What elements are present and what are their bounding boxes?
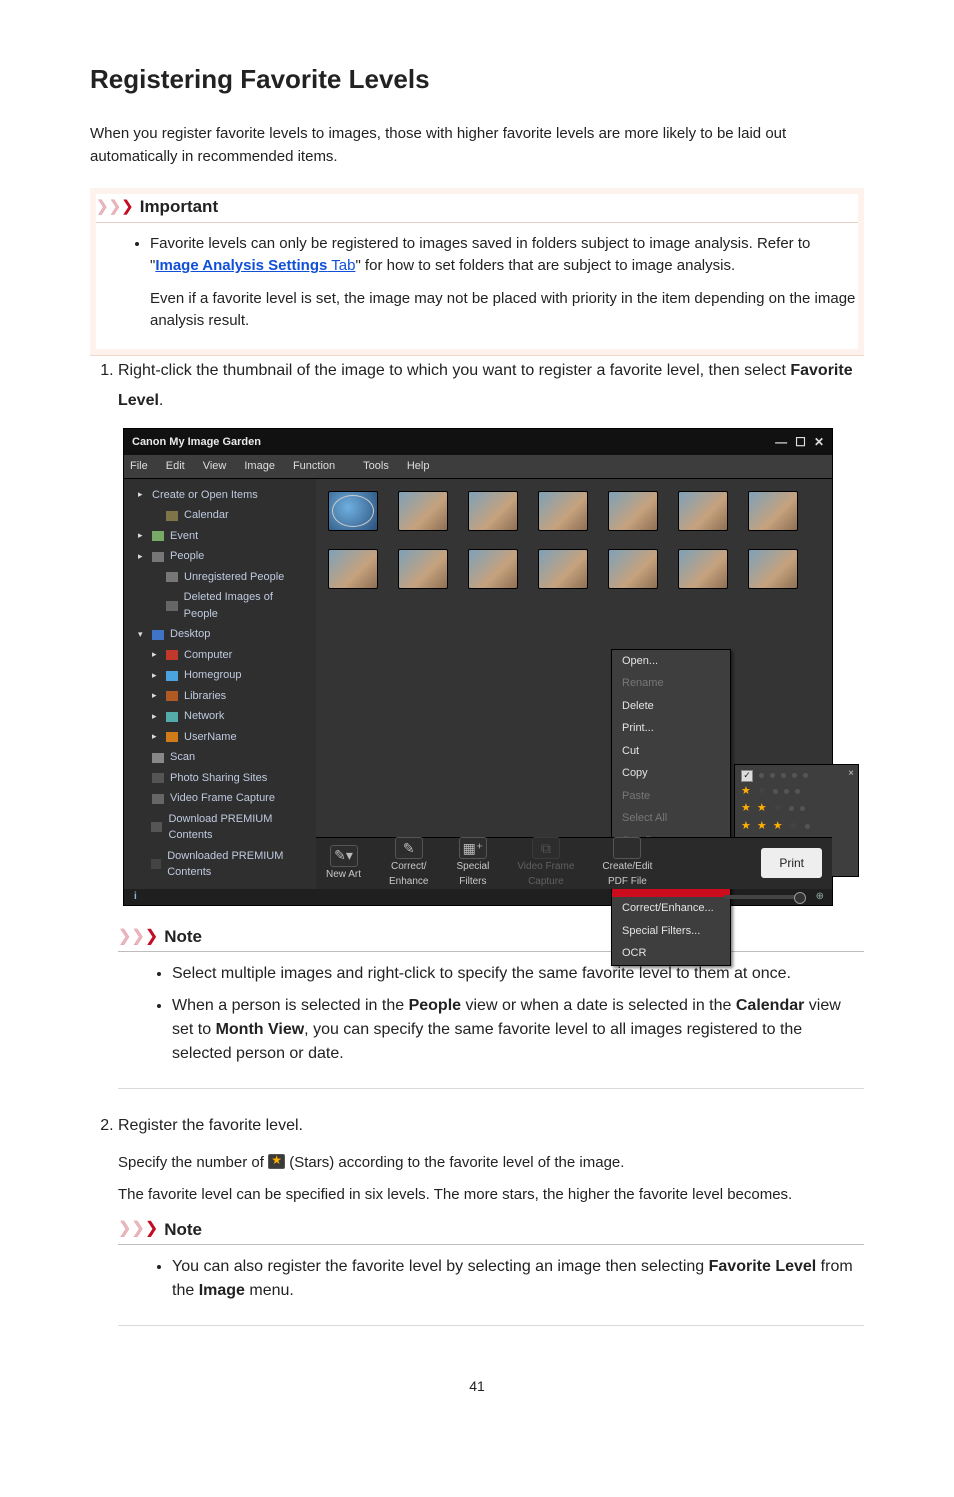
sidebar-item[interactable]: Photo Sharing Sites: [130, 768, 310, 789]
thumbnail[interactable]: [468, 491, 518, 531]
pdf-button[interactable]: Create/Edit PDF File: [602, 837, 652, 889]
menu-tools[interactable]: Tools: [363, 458, 389, 475]
special-filters-button[interactable]: ▦⁺Special Filters: [457, 837, 490, 889]
zoom-slider[interactable]: [724, 895, 804, 899]
sidebar-item[interactable]: Scan: [130, 747, 310, 768]
menu-help[interactable]: Help: [407, 458, 430, 475]
sidebar-item[interactable]: Calendar: [130, 505, 310, 526]
maximize-icon[interactable]: ☐: [795, 433, 806, 451]
context-menu: Open...RenameDeletePrint...CutCopyPasteS…: [611, 649, 731, 966]
thumbnail[interactable]: [538, 549, 588, 589]
thumbnail[interactable]: [538, 491, 588, 531]
thumbnail[interactable]: [398, 491, 448, 531]
step-2: Register the favorite level. Specify the…: [118, 1111, 864, 1326]
close-icon[interactable]: ✕: [814, 433, 824, 451]
thumbnail[interactable]: [328, 491, 378, 531]
chevron-icon: ❯❯❯: [118, 925, 158, 949]
note-callout: ❯❯❯ Note Select multiple images and righ…: [118, 924, 864, 1090]
menu-image[interactable]: Image: [244, 458, 275, 475]
thumbnail[interactable]: [678, 549, 728, 589]
sidebar-item[interactable]: ▸Libraries: [130, 686, 310, 707]
step2-sub2: The favorite level can be specified in s…: [118, 1184, 864, 1207]
thumbnail[interactable]: [468, 549, 518, 589]
sidebar-item[interactable]: ▸UserName: [130, 727, 310, 748]
context-menu-item[interactable]: Correct/Enhance...: [612, 897, 730, 920]
sidebar-item[interactable]: ▾Desktop: [130, 624, 310, 645]
page-title: Registering Favorite Levels: [90, 60, 864, 99]
thumbnail[interactable]: [608, 491, 658, 531]
new-art-button[interactable]: ✎▾New Art: [326, 845, 361, 882]
context-menu-item[interactable]: Delete: [612, 695, 730, 718]
intro-paragraph: When you register favorite levels to ima…: [90, 123, 864, 168]
thumbnail[interactable]: [608, 549, 658, 589]
menu-view[interactable]: View: [203, 458, 227, 475]
sidebar-item[interactable]: Unregistered People: [130, 567, 310, 588]
correct-enhance-button[interactable]: ✎Correct/ Enhance: [389, 837, 428, 889]
context-menu-item[interactable]: Cut: [612, 740, 730, 763]
context-menu-item[interactable]: Open...: [612, 650, 730, 673]
step-1: Right-click the thumbnail of the image t…: [118, 356, 864, 1090]
important-title: Important: [140, 194, 218, 220]
menu-function[interactable]: Function: [293, 458, 335, 475]
thumbnail[interactable]: [748, 491, 798, 531]
sidebar-item[interactable]: ▸Homegroup: [130, 665, 310, 686]
zoom-in-icon[interactable]: ⊕: [816, 889, 824, 904]
app-window: Canon My Image Garden — ☐ ✕ File Edit Vi…: [123, 428, 833, 906]
sidebar-item[interactable]: ▸Create or Open Items: [130, 485, 310, 506]
thumbnail[interactable]: [748, 549, 798, 589]
step2-sub1: Specify the number of (Stars) according …: [118, 1152, 864, 1175]
star-icon[interactable]: ★: [741, 783, 751, 800]
note-bullet: When a person is selected in the People …: [172, 994, 864, 1066]
close-icon[interactable]: ×: [848, 766, 854, 781]
note-title: Note: [164, 924, 202, 950]
bottom-toolbar: ✎▾New Art ✎Correct/ Enhance ▦⁺Special Fi…: [316, 837, 832, 889]
context-menu-item: Select All: [612, 807, 730, 830]
sidebar-item[interactable]: ▸Network: [130, 706, 310, 727]
context-menu-item: Rename: [612, 672, 730, 695]
sidebar: ▸Create or Open ItemsCalendar▸Event▸Peop…: [124, 479, 316, 889]
image-analysis-link[interactable]: Image Analysis Settings: [155, 257, 327, 274]
context-menu-item[interactable]: Copy: [612, 762, 730, 785]
chevron-icon: ❯❯❯: [96, 196, 134, 219]
video-frame-button: ⧉Video Frame Capture: [517, 837, 574, 889]
thumbnail[interactable]: [328, 549, 378, 589]
titlebar: Canon My Image Garden — ☐ ✕: [124, 429, 832, 455]
thumbnail-grid: [328, 491, 820, 589]
important-bullet: Favorite levels can only be registered t…: [150, 233, 858, 333]
sidebar-item[interactable]: Download PREMIUM Contents: [130, 809, 310, 846]
sidebar-item[interactable]: Video Frame Capture: [130, 788, 310, 809]
chevron-icon: ❯❯❯: [118, 1217, 158, 1241]
thumbnail[interactable]: [398, 549, 448, 589]
minimize-icon[interactable]: —: [775, 433, 787, 451]
important-callout: ❯❯❯ Important Favorite levels can only b…: [90, 188, 864, 356]
sidebar-item[interactable]: Deleted Images of People: [130, 587, 310, 624]
important-para2: Even if a favorite level is set, the ima…: [150, 288, 858, 333]
page-number: 41: [90, 1376, 864, 1397]
menu-file[interactable]: File: [130, 458, 148, 475]
star-icon: [268, 1154, 285, 1169]
checkbox-icon[interactable]: ✓: [741, 770, 753, 782]
sidebar-item[interactable]: Downloaded PREMIUM Contents: [130, 846, 310, 883]
thumbnail[interactable]: [678, 491, 728, 531]
info-icon[interactable]: i: [134, 889, 137, 904]
note-bullet: Select multiple images and right-click t…: [172, 962, 864, 986]
note-bullet: You can also register the favorite level…: [172, 1255, 864, 1303]
sidebar-item[interactable]: ▸Computer: [130, 645, 310, 666]
menubar: File Edit View Image Function Tools Help: [124, 455, 832, 479]
context-menu-item[interactable]: Special Filters...: [612, 920, 730, 943]
context-menu-item[interactable]: OCR: [612, 942, 730, 965]
note-callout: ❯❯❯ Note You can also register the favor…: [118, 1217, 864, 1327]
main-area: Open...RenameDeletePrint...CutCopyPasteS…: [316, 479, 832, 889]
context-menu-item[interactable]: Print...: [612, 717, 730, 740]
menu-edit[interactable]: Edit: [166, 458, 185, 475]
sidebar-item[interactable]: ▸People: [130, 546, 310, 567]
sidebar-item[interactable]: ▸Event: [130, 526, 310, 547]
context-menu-item: Paste: [612, 785, 730, 808]
print-button[interactable]: Print: [761, 848, 822, 878]
note-title: Note: [164, 1217, 202, 1243]
